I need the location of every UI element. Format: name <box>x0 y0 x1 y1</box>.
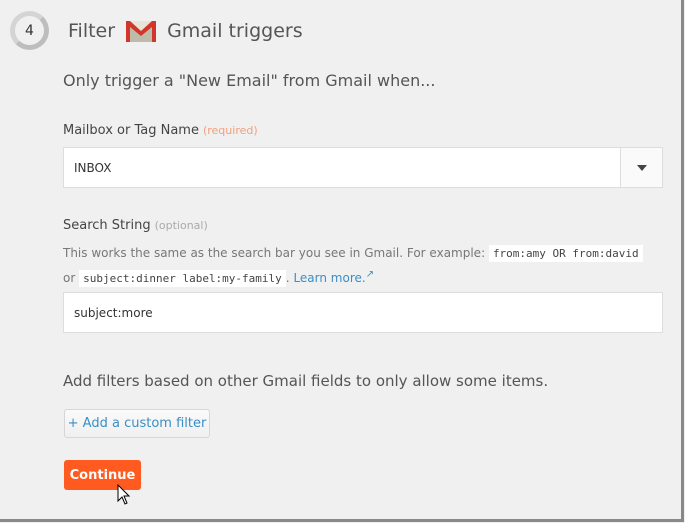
filters-text: Add filters based on other Gmail fields … <box>63 372 549 390</box>
page-title: Filter Gmail triggers <box>68 20 303 42</box>
example-code: from:amy OR from:david <box>488 245 643 262</box>
search-help: This works the same as the search bar yo… <box>63 243 673 289</box>
caret-down-icon <box>636 164 647 171</box>
external-link-icon: ↗ <box>365 269 375 280</box>
mailbox-select[interactable]: INBOX <box>63 147 663 188</box>
search-label: Search String (optional) <box>63 218 208 233</box>
gmail-icon <box>126 21 157 42</box>
add-custom-filter-button[interactable]: + Add a custom filter <box>64 409 210 438</box>
dropdown-toggle[interactable] <box>620 148 662 187</box>
mailbox-label: Mailbox or Tag Name (required) <box>63 123 258 138</box>
intro-text: Only trigger a "New Email" from Gmail wh… <box>63 71 436 90</box>
learn-more-link[interactable]: Learn more. <box>293 271 365 285</box>
step-number-badge: 4 <box>10 11 49 50</box>
mouse-cursor-icon <box>117 484 131 505</box>
search-string-input[interactable]: subject:more <box>63 292 663 333</box>
example-code: subject:dinner label:my-family <box>79 270 286 287</box>
